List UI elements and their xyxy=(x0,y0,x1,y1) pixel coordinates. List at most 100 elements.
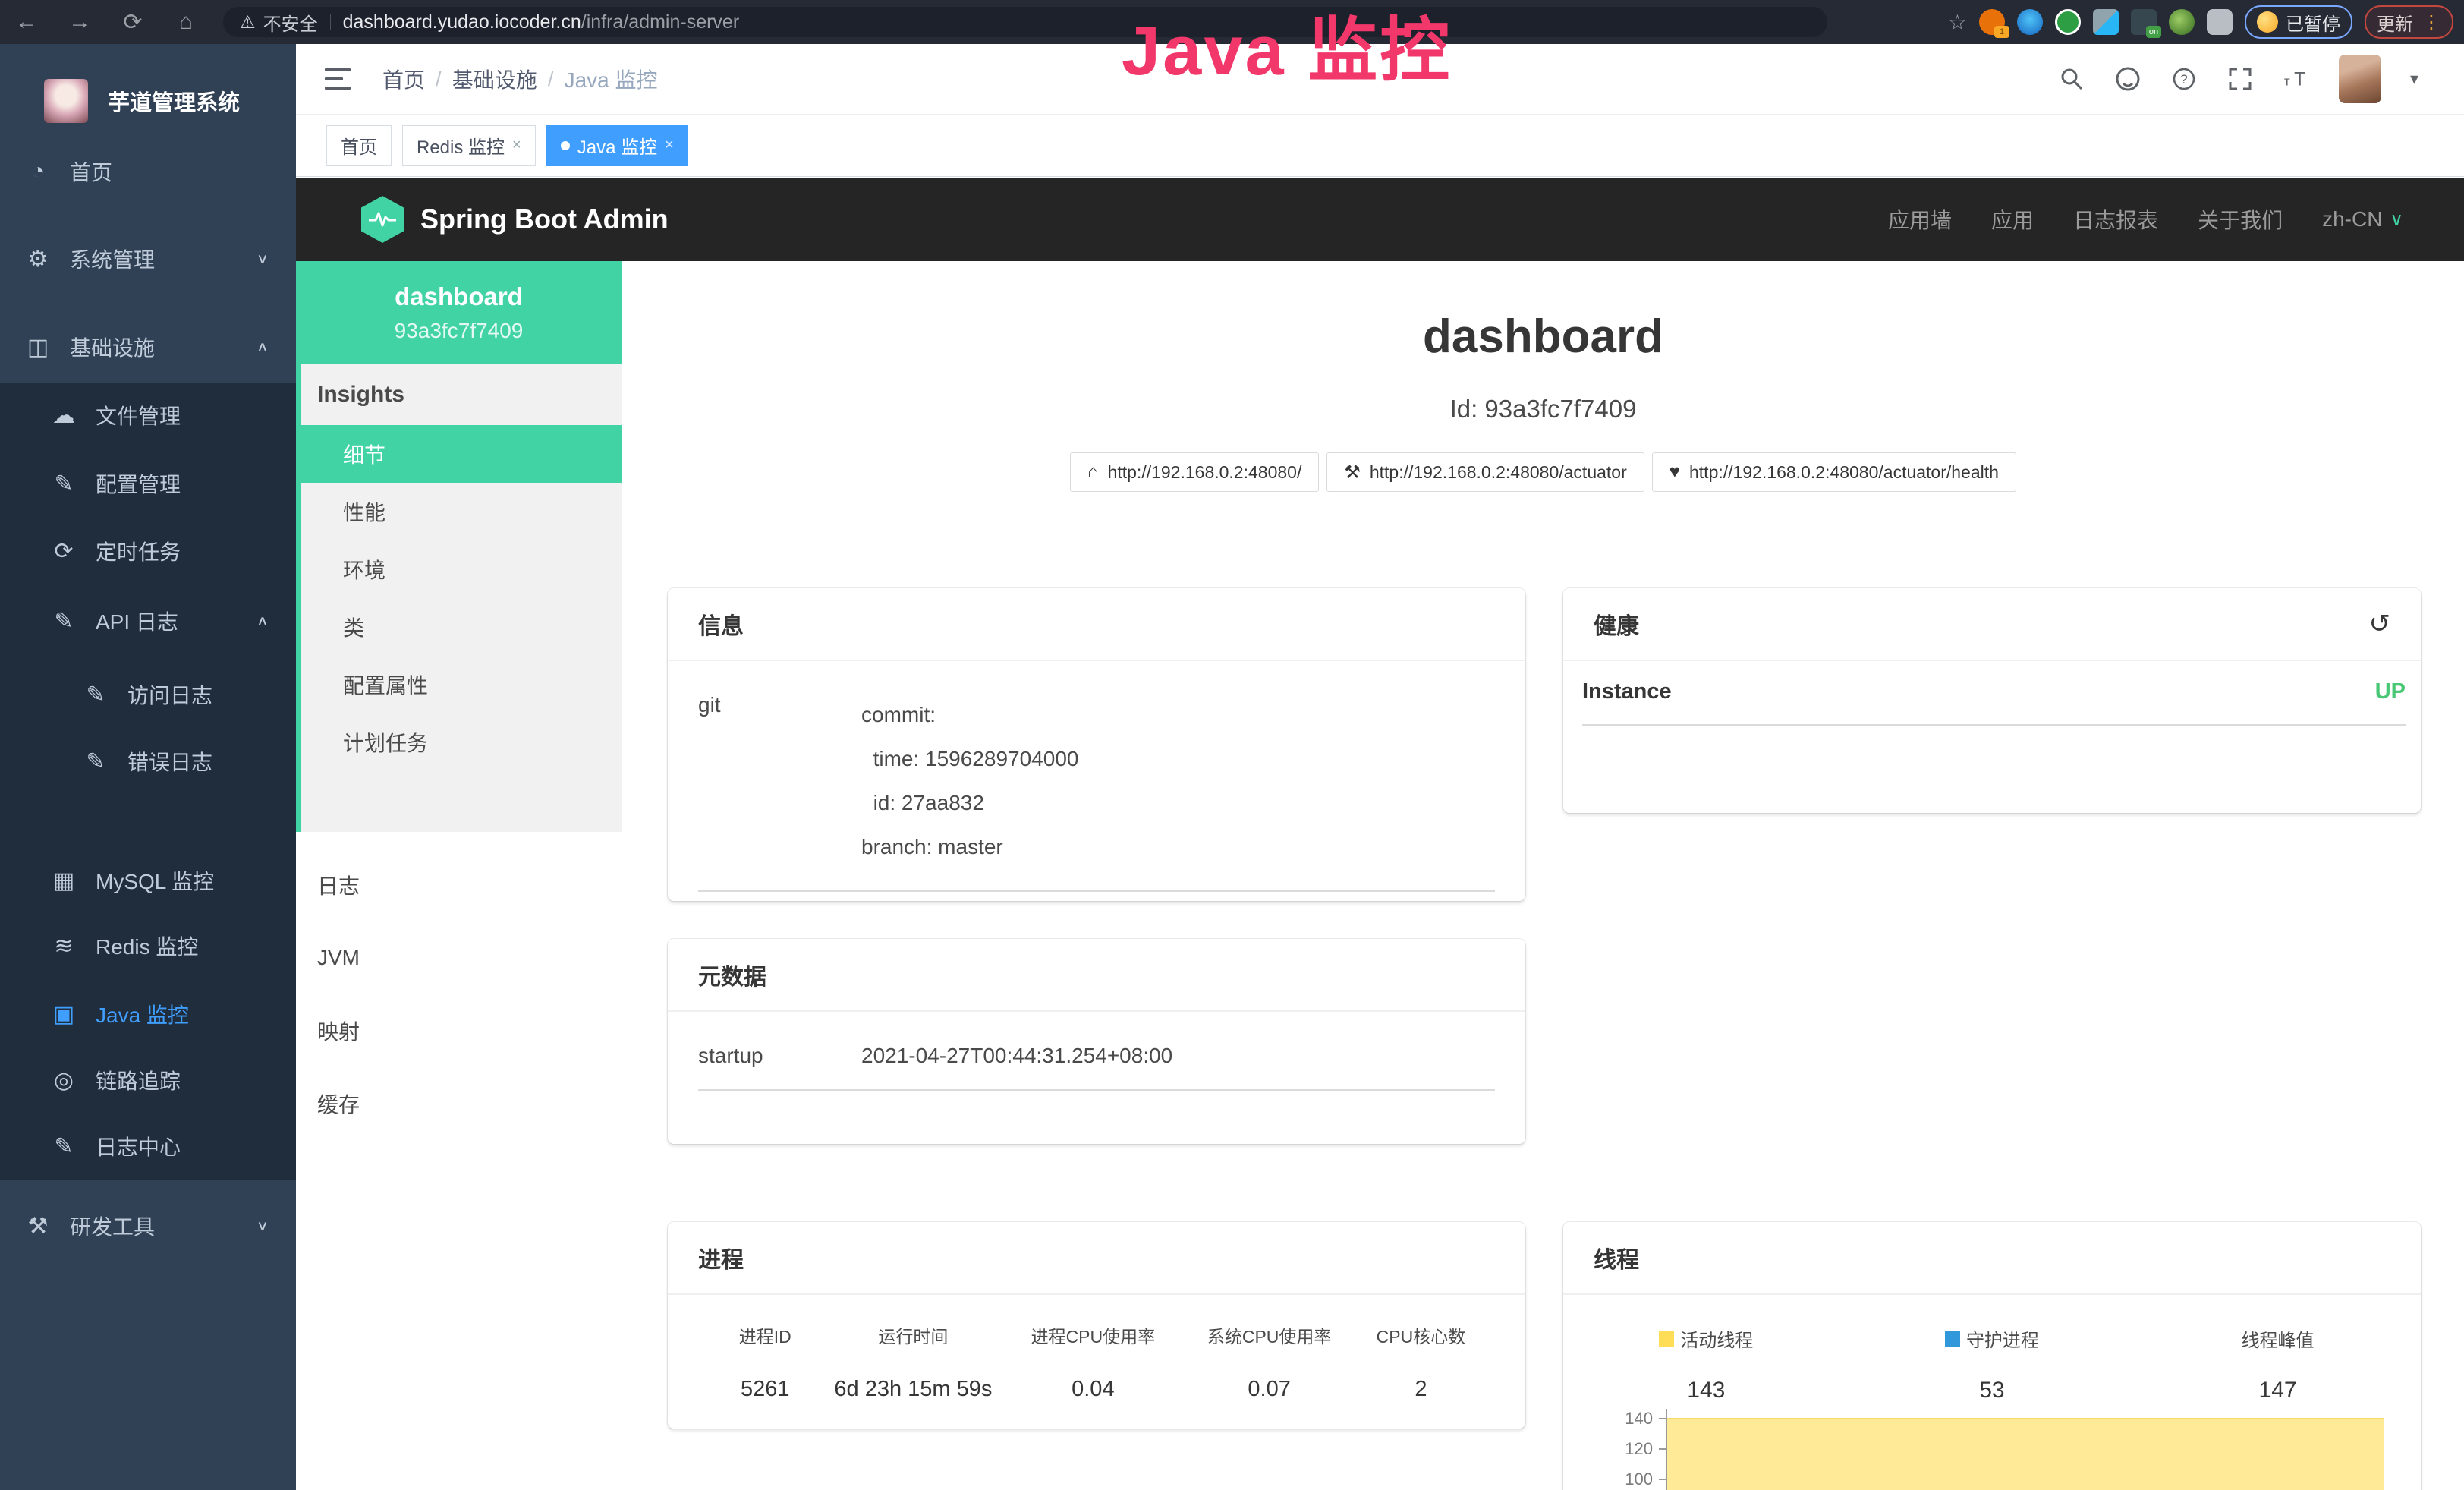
user-avatar[interactable] xyxy=(2339,55,2381,103)
extensions-puzzle-icon[interactable] xyxy=(2207,9,2233,35)
history-icon[interactable]: ↺ xyxy=(2369,609,2391,639)
sidebar-item-链路追踪[interactable]: ◎ 链路追踪 xyxy=(0,1050,296,1110)
extension-icon[interactable] xyxy=(2169,9,2195,35)
git-info-line: commit: xyxy=(861,693,1078,737)
breadcrumb-item: Java 监控 xyxy=(565,64,658,94)
sidebar-item-配置管理[interactable]: ✎配置管理 xyxy=(0,453,296,514)
sidebar-item-label: 链路追踪 xyxy=(96,1065,181,1095)
chevron-down-icon: ∨ xyxy=(256,251,269,267)
sba-sidebar-item-配置属性[interactable]: 配置属性 xyxy=(301,656,622,713)
instance-link-url: http://192.168.0.2:48080/actuator/health xyxy=(1689,462,1999,483)
fullscreen-icon[interactable] xyxy=(2226,65,2254,93)
sidebar-logo[interactable]: 芋道管理系统 xyxy=(0,59,296,143)
log-icon: ✎ xyxy=(49,608,79,635)
sidebar-item-文件管理[interactable]: ☁文件管理 xyxy=(0,385,296,446)
sba-sidebar-item-细节[interactable]: 细节 xyxy=(296,425,622,483)
close-icon[interactable]: × xyxy=(665,137,674,154)
help-icon[interactable]: ? xyxy=(2170,65,2198,93)
process-column-value: 6d 23h 15m 59s xyxy=(832,1377,995,1402)
sidebar-item-label: 错误日志 xyxy=(127,746,212,777)
sidebar-item-定时任务[interactable]: ⟳定时任务 xyxy=(0,521,296,581)
log-center-icon: ✎ xyxy=(49,1133,79,1160)
sidebar-item-label: 系统管理 xyxy=(70,244,155,274)
security-label: 不安全 xyxy=(263,9,318,36)
process-column-value: 0.04 xyxy=(994,1377,1191,1402)
sba-nav-日志报表[interactable]: 日志报表 xyxy=(2073,204,2158,235)
sidebar-item-Redis 监控[interactable]: ≋Redis 监控 xyxy=(0,915,296,976)
process-column: 运行时间6d 23h 15m 59s xyxy=(832,1322,995,1402)
legend-value: 143 xyxy=(1563,1378,1849,1403)
trace-icon: ◎ xyxy=(49,1067,79,1094)
sidebar-item-label: 文件管理 xyxy=(96,400,181,430)
extension-icon[interactable] xyxy=(2017,9,2043,35)
sba-sidebar-item-缓存[interactable]: 缓存 xyxy=(296,1067,622,1140)
sba-sidebar-item-映射[interactable]: 映射 xyxy=(296,994,622,1067)
chevron-down-icon: ∨ xyxy=(2390,209,2403,231)
health-card-title: 健康 xyxy=(1594,607,1639,641)
sidebar-item-API 日志[interactable]: ✎API 日志∧ xyxy=(0,591,296,651)
extension-icon[interactable]: on xyxy=(2131,9,2157,35)
instance-link-button[interactable]: ⚒http://192.168.0.2:48080/actuator xyxy=(1326,452,1644,492)
breadcrumb-item[interactable]: 基础设施 xyxy=(452,64,537,94)
legend-value: 53 xyxy=(1849,1378,2135,1403)
svg-text:т: т xyxy=(2284,74,2290,89)
sba-sidebar-item-类[interactable]: 类 xyxy=(301,598,622,656)
instance-link-button[interactable]: ♥ http://192.168.0.2:48080/actuator/healt… xyxy=(1652,452,2016,492)
sidebar-item-日志中心[interactable]: ✎日志中心 xyxy=(0,1116,296,1177)
sba-nav-应用[interactable]: 应用 xyxy=(1991,204,2034,235)
legend-swatch-icon xyxy=(1945,1331,1960,1347)
chevron-down-icon[interactable]: ▾ xyxy=(2410,69,2418,89)
edit-icon: ✎ xyxy=(49,471,79,497)
github-icon[interactable] xyxy=(2114,65,2141,93)
extension-icon[interactable] xyxy=(2055,9,2081,35)
sba-sidebar-item-日志[interactable]: 日志 xyxy=(296,849,622,921)
sba-nav-应用墙[interactable]: 应用墙 xyxy=(1888,204,1952,235)
chart-ytick-label: 120 xyxy=(1592,1439,1653,1459)
reload-icon[interactable]: ⟳ xyxy=(106,9,159,36)
sidebar-item-访问日志[interactable]: ✎访问日志 xyxy=(0,664,296,725)
search-icon[interactable] xyxy=(2058,65,2085,93)
sba-sidebar-item-JVM[interactable]: JVM xyxy=(296,921,622,994)
address-bar[interactable]: ⚠ 不安全 dashboard.yudao.iocoder.cn/infra/a… xyxy=(223,7,1827,37)
sidebar-item-label: MySQL 监控 xyxy=(96,865,214,896)
extension-icon[interactable]: 1 xyxy=(1979,9,2005,35)
gear-icon: ⚙ xyxy=(23,246,53,272)
heartbeat-icon: ♥ xyxy=(1669,461,1680,483)
sidebar-item-MySQL 监控[interactable]: ▦MySQL 监控 xyxy=(0,850,296,911)
text-size-icon[interactable]: тT xyxy=(2283,65,2310,93)
sba-sidebar-item-计划任务[interactable]: 计划任务 xyxy=(301,713,622,771)
close-icon[interactable]: × xyxy=(512,137,521,154)
sba-sidebar-item-性能[interactable]: 性能 xyxy=(301,483,622,540)
breadcrumb-item[interactable]: 首页 xyxy=(382,64,425,94)
sidebar-item-错误日志[interactable]: ✎错误日志 xyxy=(0,731,296,792)
tags-view-bar: 首页Redis 监控×Java 监控× xyxy=(296,115,2464,177)
instance-header[interactable]: dashboard 93a3fc7f7409 xyxy=(296,261,622,364)
sidebar-item-系统管理[interactable]: ⚙ 系统管理 ∨ xyxy=(0,228,296,289)
sidebar-item-基础设施[interactable]: ◫基础设施∧ xyxy=(0,317,296,377)
locale-selector[interactable]: zh-CN∨ xyxy=(2322,207,2403,232)
process-column: 进程CPU使用率0.04 xyxy=(994,1322,1191,1402)
sidebar-item-首页[interactable]: ◔首页 xyxy=(0,141,296,202)
back-icon[interactable]: ← xyxy=(0,9,53,35)
hamburger-icon[interactable] xyxy=(325,68,351,90)
home-icon[interactable]: ⌂ xyxy=(159,9,212,35)
sidebar-item-研发工具[interactable]: ⚒研发工具∨ xyxy=(0,1195,296,1256)
tab-首页[interactable]: 首页 xyxy=(326,125,392,166)
sba-nav-关于我们[interactable]: 关于我们 xyxy=(2198,204,2283,235)
chrome-update-button[interactable]: 更新 ⋮ xyxy=(2365,5,2453,39)
insights-group-label: Insights xyxy=(301,364,622,425)
bookmark-star-icon[interactable]: ☆ xyxy=(1948,10,1967,35)
instance-link-button[interactable]: ⌂http://192.168.0.2:48080/ xyxy=(1070,452,1319,492)
sidebar-item-Java 监控[interactable]: ▣Java 监控 xyxy=(0,984,296,1044)
url-path: /infra/admin-server xyxy=(581,11,739,33)
metadata-card: 元数据 startup 2021-04-27T00:44:31.254+08:0… xyxy=(668,939,1525,1144)
sba-sidebar-item-环境[interactable]: 环境 xyxy=(301,540,622,598)
extension-icon[interactable] xyxy=(2093,9,2119,35)
tab-Redis 监控[interactable]: Redis 监控× xyxy=(402,125,536,166)
profile-paused-badge[interactable]: 已暂停 xyxy=(2245,5,2352,39)
sba-navbar: Spring Boot Admin 应用墙应用日志报表关于我们zh-CN∨ xyxy=(296,178,2464,261)
forward-icon[interactable]: → xyxy=(53,9,106,35)
menu-dots-icon: ⋮ xyxy=(2422,11,2441,33)
tab-Java 监控[interactable]: Java 监控× xyxy=(546,125,688,166)
info-card-title: 信息 xyxy=(698,607,744,641)
